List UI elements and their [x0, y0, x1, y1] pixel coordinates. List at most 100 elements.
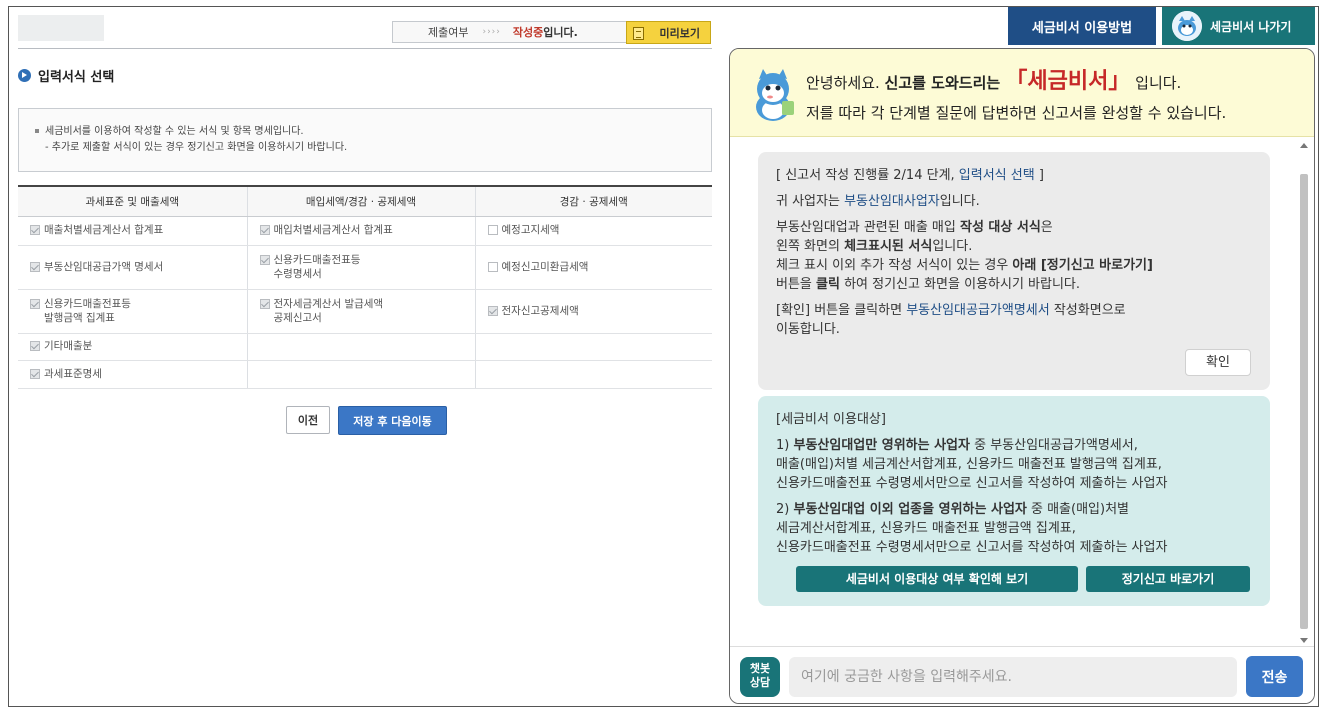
table-row: 과세표준명세	[18, 360, 712, 389]
form-checkbox[interactable]: 예정신고미환급세액	[487, 260, 589, 274]
form-panel: 제출여부 ›››› 작성중 입니다. 미리보기 입력서식 선택 세금비서를 이용하…	[18, 14, 712, 704]
checkbox-checked-icon	[30, 225, 40, 235]
chat-input[interactable]	[789, 657, 1237, 697]
text: 부동산임대업과 관련된 매출 매입	[776, 220, 960, 235]
preview-label: 미리보기	[659, 26, 700, 40]
preview-button[interactable]: 미리보기	[626, 21, 711, 44]
checkbox-label: 전자세금계산서 발급세액 공제신고서	[274, 297, 384, 325]
greeting-pre: 안녕하세요.	[806, 74, 885, 92]
form-checkbox[interactable]: 신용카드매출전표등 수령명세서	[259, 253, 360, 281]
table-cell: 매출처별세금계산서 합계표	[18, 216, 247, 246]
checkbox-label: 예정신고미환급세액	[501, 260, 589, 273]
table-cell: 예정신고미환급세액	[474, 245, 712, 290]
checkbox-checked-icon	[487, 305, 498, 316]
arrow-bullet-icon	[18, 69, 31, 82]
square-bullet-icon	[35, 129, 39, 133]
text: [확인] 버튼을 클릭하면	[776, 303, 907, 318]
table-row: 매출처별세금계산서 합계표 매입처별세금계산서 합계표 예정고지세액	[18, 216, 712, 246]
progress-line: [ 신고서 작성 진행률 2/14 단계, 입력서식 선택 ]	[776, 166, 1252, 185]
form-checkbox[interactable]: 부동산임대공급가액 명세서	[30, 260, 163, 274]
guide-button[interactable]: 세금비서 이용방법	[1008, 7, 1156, 45]
instruction-paragraph: 부동산임대업과 관련된 매출 매입 작성 대상 서식은 왼쪽 화면의 체크표시된…	[776, 218, 1252, 294]
scroll-thumb[interactable]	[1300, 174, 1308, 629]
form-selection-table: 과세표준 및 매출세액 매입세액/경감 · 공제세액 경감 · 공제세액 매출처…	[18, 185, 712, 389]
eligibility-item-2: 2) 부동산임대업 이외 업종을 영위하는 사업자 중 매출(매입)처별 세금계…	[776, 500, 1252, 557]
scrollbar[interactable]	[1298, 141, 1310, 647]
scroll-down-icon[interactable]	[1300, 638, 1308, 643]
progress-post: ]	[1034, 168, 1044, 183]
status-label: 제출여부	[428, 26, 469, 39]
document-icon	[633, 27, 644, 40]
form-checkbox[interactable]: 전자신고공제세액	[487, 304, 579, 318]
checkbox-label: 매입처별세금계산서 합계표	[273, 224, 393, 236]
checkbox-checked-icon	[30, 299, 40, 309]
progress-step: 입력서식 선택	[958, 168, 1035, 183]
table-header: 경감 · 공제세액	[474, 185, 712, 217]
form-checkbox[interactable]: 매출처별세금계산서 합계표	[30, 223, 163, 237]
chatbot-consult-button[interactable]: 챗봇 상담	[740, 657, 780, 697]
text-bold: 부동산임대업 이외 업종을 영위하는 사업자	[793, 502, 1027, 517]
text: 중 매출(매입)처별	[1026, 502, 1130, 517]
form-checkbox[interactable]: 과세표준명세	[30, 367, 102, 381]
prev-button[interactable]: 이전	[286, 406, 330, 434]
checkbox-label: 예정고지세액	[501, 224, 560, 236]
form-checkbox[interactable]: 기타매출분	[30, 339, 92, 353]
checkbox-label-line2: 발행금액 집계표	[44, 312, 115, 324]
form-checkbox[interactable]: 예정고지세액	[487, 223, 560, 237]
table-cell: 전자신고공제세액	[474, 289, 712, 334]
section-title: 입력서식 선택	[18, 66, 114, 85]
text: 체크 표시 이외 추가 작성 서식이 있는 경우	[776, 258, 1013, 273]
text-bold: 작성 대상 서식	[959, 220, 1041, 235]
status-arrows: ››››	[482, 27, 501, 37]
text: 신용카드매출전표 수령명세서만으로 신고서를 작성하여 제출하는 사업자	[776, 540, 1168, 555]
exit-button[interactable]: 세금비서 나가기	[1162, 7, 1315, 45]
eligibility-check-button[interactable]: 세금비서 이용대상 여부 확인해 보기	[796, 566, 1078, 592]
checkbox-label-line1: 신용카드매출전표등	[44, 298, 131, 310]
checkbox-label-line2: 수령명세서	[273, 268, 322, 280]
checkbox-label: 과세표준명세	[44, 367, 102, 380]
table-cell: 기타매출분	[18, 333, 247, 361]
greeting-line-2: 저를 따라 각 단계별 질문에 답변하면 신고서를 완성할 수 있습니다.	[806, 104, 1227, 122]
form-checkbox[interactable]: 전자세금계산서 발급세액 공제신고서	[259, 297, 384, 325]
save-next-button[interactable]: 저장 후 다음이동	[338, 406, 447, 435]
table-row: 기타매출분	[18, 333, 712, 361]
brand-name: 「세금비서」	[1005, 69, 1131, 94]
table-header-row: 과세표준 및 매출세액 매입세액/경감 · 공제세액 경감 · 공제세액	[18, 185, 712, 217]
form-checkbox[interactable]: 매입처별세금계산서 합계표	[259, 223, 393, 237]
text: 은	[1040, 220, 1053, 235]
logo-placeholder	[18, 15, 104, 41]
exit-label: 세금비서 나가기	[1210, 19, 1292, 34]
checkbox-checked-icon	[259, 255, 270, 265]
divider	[18, 48, 712, 49]
checkbox-label: 전자신고공제세액	[501, 304, 579, 317]
biz-pre: 귀 사업자는	[776, 194, 845, 209]
text: 왼쪽 화면의	[776, 239, 845, 254]
section-title-text: 입력서식 선택	[38, 70, 115, 85]
biz-post: 입니다.	[939, 194, 980, 209]
mascot-avatar-icon	[1172, 11, 1202, 41]
mascot-icon	[748, 67, 798, 123]
text-bold: 체크표시된 서식	[844, 239, 933, 254]
table-cell	[474, 333, 712, 361]
checkbox-checked-icon	[30, 368, 40, 379]
chat-header: 안녕하세요. 신고를 도와드리는 「세금비서」 입니다. 저를 따라 각 단계별…	[730, 49, 1314, 137]
submit-status: 제출여부 ›››› 작성중 입니다.	[392, 21, 638, 43]
info-line-2: - 추가로 제출할 서식이 있는 경우 정기신고 화면을 이용하시기 바랍니다.	[45, 142, 348, 153]
badge-line-2: 상담	[749, 676, 771, 689]
form-checkbox[interactable]: 신용카드매출전표등발행금액 집계표	[30, 297, 131, 325]
checkbox-label-line1: 전자세금계산서 발급세액	[273, 298, 384, 310]
checkbox-label: 신용카드매출전표등발행금액 집계표	[44, 297, 131, 325]
chat-panel: 안녕하세요. 신고를 도와드리는 「세금비서」 입니다. 저를 따라 각 단계별…	[729, 48, 1315, 704]
table-cell	[246, 360, 475, 389]
table-cell: 신용카드매출전표등 수령명세서	[246, 245, 475, 290]
text: 이동합니다.	[776, 322, 840, 337]
confirm-button[interactable]: 확인	[1185, 349, 1251, 376]
regular-filing-button[interactable]: 정기신고 바로가기	[1086, 566, 1250, 592]
scroll-up-icon[interactable]	[1300, 143, 1308, 148]
checkbox-checked-icon	[30, 341, 40, 351]
status-suffix: 입니다.	[543, 26, 578, 39]
text: 입니다.	[932, 239, 973, 254]
send-button[interactable]: 전송	[1246, 656, 1303, 697]
chat-message-eligibility: [세금비서 이용대상] 1) 부동산임대업만 영위하는 사업자 중 부동산임대공…	[758, 396, 1270, 606]
text: 버튼을	[776, 277, 817, 292]
